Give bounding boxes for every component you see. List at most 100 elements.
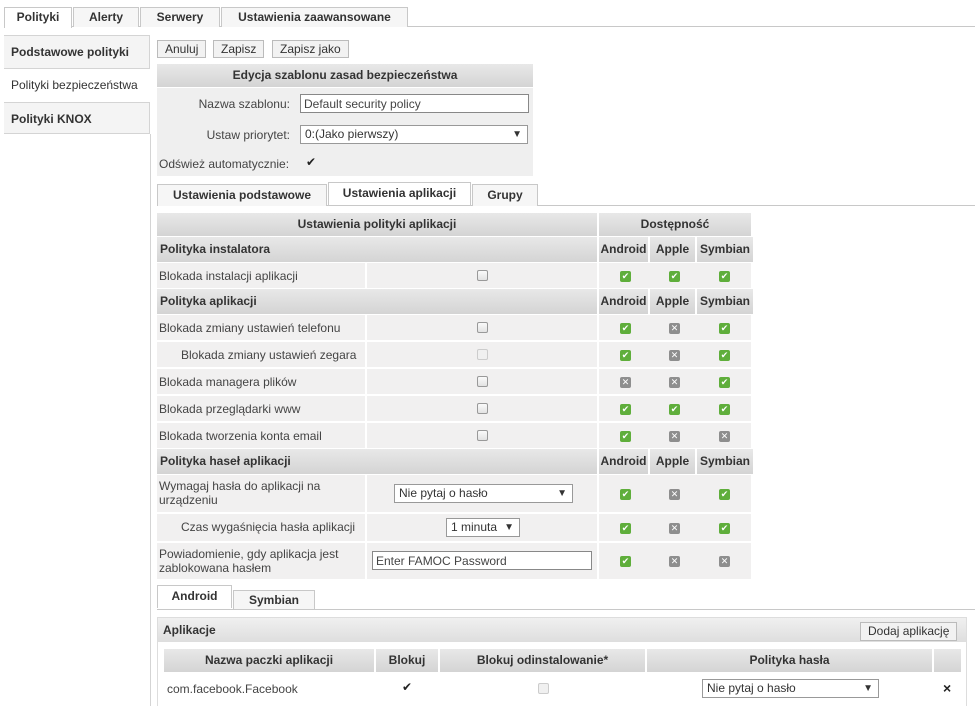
app-password-value: Nie pytaj o hasło — [707, 681, 796, 695]
priority-select[interactable]: 0:(Jako pierwszy) ▼ — [300, 125, 528, 144]
available-check-icon: ✔ — [620, 431, 631, 442]
policy-checkbox[interactable] — [477, 270, 488, 281]
platform-header: Android — [599, 449, 648, 474]
row-label: Blokada zmiany ustawień telefonu — [159, 321, 341, 335]
unavailable-x-icon: ✕ — [669, 377, 680, 388]
tab-serwery[interactable]: Serwery — [140, 7, 220, 27]
sidebar-item-podstawowe[interactable]: Podstawowe polityki — [4, 35, 150, 69]
app-password-select[interactable]: Nie pytaj o hasło ▼ — [702, 679, 879, 698]
app-block-checkbox[interactable]: ✔ — [401, 681, 413, 694]
remove-app-icon[interactable]: × — [943, 680, 951, 696]
tab-symbian[interactable]: Symbian — [233, 590, 315, 609]
section-header: Polityka haseł aplikacji — [157, 449, 597, 474]
add-app-button[interactable]: Dodaj aplikację — [860, 622, 958, 641]
unavailable-x-icon: ✕ — [669, 556, 680, 567]
unavailable-x-icon: ✕ — [719, 431, 730, 442]
chevron-down-icon: ▼ — [863, 683, 873, 694]
platform-header: Apple — [650, 237, 695, 262]
policy-checkbox[interactable] — [477, 403, 488, 414]
available-check-icon: ✔ — [719, 350, 730, 361]
availability-header: Dostępność — [599, 213, 751, 236]
available-check-icon: ✔ — [719, 404, 730, 415]
select-value: Nie pytaj o hasło — [399, 486, 488, 500]
available-check-icon: ✔ — [620, 350, 631, 361]
policy-checkbox[interactable] — [477, 349, 488, 360]
save-as-button[interactable]: Zapisz jako — [272, 40, 349, 58]
col-block-uninstall: Blokuj odinstalowanie* — [440, 649, 645, 672]
row-label: zablokowana hasłem — [159, 561, 272, 575]
apps-header: Aplikacje — [158, 618, 966, 642]
row-label: urządzeniu — [159, 493, 218, 507]
template-name-label: Nazwa szablonu: — [198, 97, 290, 111]
template-name-input[interactable] — [300, 94, 529, 113]
policy-header: Ustawienia polityki aplikacji — [157, 213, 597, 236]
row-label: Czas wygaśnięcia hasła aplikacji — [181, 520, 356, 534]
priority-label: Ustaw priorytet: — [206, 128, 290, 142]
password-require-select[interactable]: Nie pytaj o hasło ▼ — [394, 484, 573, 503]
unavailable-x-icon: ✕ — [669, 323, 680, 334]
tab-android[interactable]: Android — [157, 585, 232, 608]
sidebar-divider — [150, 134, 151, 706]
chevron-down-icon: ▼ — [512, 129, 522, 140]
unavailable-x-icon: ✕ — [719, 556, 730, 567]
available-check-icon: ✔ — [620, 523, 631, 534]
available-check-icon: ✔ — [620, 271, 631, 282]
available-check-icon: ✔ — [719, 377, 730, 388]
app-block-uninstall-checkbox[interactable] — [538, 683, 549, 694]
policy-checkbox[interactable] — [477, 430, 488, 441]
unavailable-x-icon: ✕ — [669, 489, 680, 500]
available-check-icon: ✔ — [719, 323, 730, 334]
section-header: Polityka instalatora — [157, 237, 597, 262]
row-label: Blokada tworzenia konta email — [159, 429, 322, 443]
platform-header: Symbian — [697, 289, 753, 314]
password-expiry-select[interactable]: 1 minuta ▼ — [446, 518, 520, 537]
policy-checkbox[interactable] — [477, 376, 488, 387]
available-check-icon: ✔ — [719, 489, 730, 500]
tab-ustawienia-aplikacji[interactable]: Ustawienia aplikacji — [328, 182, 471, 205]
save-button[interactable]: Zapisz — [213, 40, 265, 58]
available-check-icon: ✔ — [719, 271, 730, 282]
available-check-icon: ✔ — [719, 523, 730, 534]
tab-polityki[interactable]: Polityki — [4, 7, 72, 28]
tab-ustawienia-podstawowe[interactable]: Ustawienia podstawowe — [157, 184, 327, 206]
col-package: Nazwa paczki aplikacji — [164, 649, 374, 672]
available-check-icon: ✔ — [620, 323, 631, 334]
col-actions — [934, 649, 961, 672]
row-label: Blokada instalacji aplikacji — [159, 269, 298, 283]
select-value: 1 minuta — [451, 520, 498, 534]
available-check-icon: ✔ — [620, 404, 631, 415]
notification-message-input[interactable] — [372, 551, 592, 570]
policy-checkbox[interactable] — [477, 322, 488, 333]
row-label: Blokada managera plików — [159, 375, 297, 389]
unavailable-x-icon: ✕ — [669, 431, 680, 442]
platform-tabs-line — [157, 609, 975, 610]
refresh-label: Odśwież automatycznie: — [159, 157, 290, 171]
app-package: com.facebook.Facebook — [167, 682, 298, 696]
tab-grupy[interactable]: Grupy — [472, 184, 538, 206]
chevron-down-icon: ▼ — [557, 488, 567, 499]
platform-header: Apple — [650, 289, 695, 314]
tab-alerty[interactable]: Alerty — [73, 7, 139, 27]
platform-header: Symbian — [697, 449, 753, 474]
platform-header: Android — [599, 237, 648, 262]
sidebar-item-bezpieczenstwa[interactable]: Polityki bezpieczeństwa — [4, 68, 150, 103]
platform-header: Symbian — [697, 237, 753, 262]
unavailable-x-icon: ✕ — [669, 350, 680, 361]
available-check-icon: ✔ — [620, 489, 631, 500]
refresh-checkbox[interactable]: ✔ — [305, 156, 317, 169]
row-label: Blokada zmiany ustawień zegara — [181, 348, 357, 362]
priority-value: 0:(Jako pierwszy) — [305, 127, 399, 141]
platform-header: Apple — [650, 449, 695, 474]
tab-ustawienia-zaawansowane[interactable]: Ustawienia zaawansowane — [221, 7, 408, 27]
row-label: Wymagaj hasła do aplikacji na — [159, 479, 321, 493]
template-header: Edycja szablonu zasad bezpieczeństwa — [157, 64, 533, 87]
sidebar-item-knox[interactable]: Polityki KNOX — [4, 102, 150, 134]
unavailable-x-icon: ✕ — [669, 523, 680, 534]
chevron-down-icon: ▼ — [504, 522, 514, 533]
section-header: Polityka aplikacji — [157, 289, 597, 314]
cancel-button[interactable]: Anuluj — [157, 40, 207, 58]
available-check-icon: ✔ — [620, 556, 631, 567]
unavailable-x-icon: ✕ — [620, 377, 631, 388]
platform-header: Android — [599, 289, 648, 314]
available-check-icon: ✔ — [669, 271, 680, 282]
